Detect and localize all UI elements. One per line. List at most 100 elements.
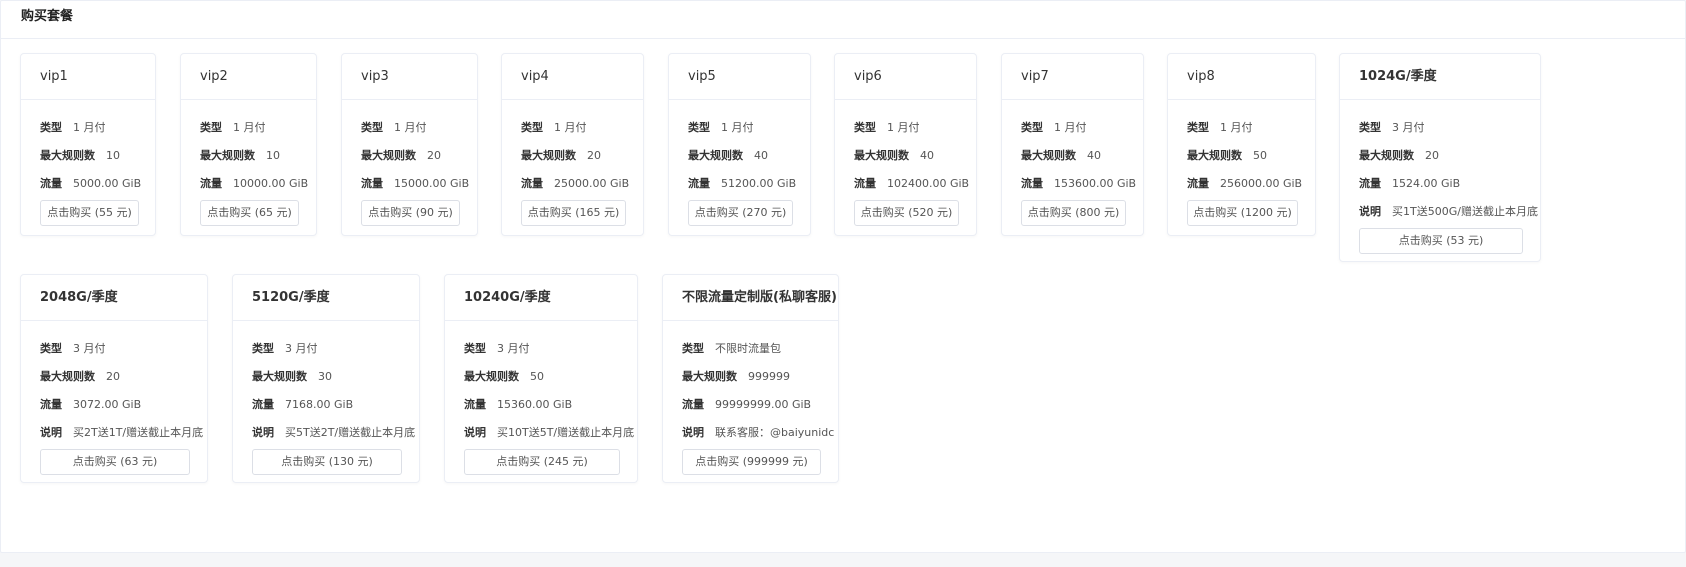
desc-value: 联系客服：@baiyunidc: [715, 426, 835, 439]
type-label: 类型: [682, 342, 704, 355]
buy-button-2048g-quarter[interactable]: 点击购买 (63 元): [40, 449, 190, 475]
page-background-strip: [0, 553, 1686, 567]
traffic-label: 流量: [854, 177, 876, 190]
type-label: 类型: [1359, 121, 1381, 134]
desc-value: 买2T送1T/赠送截止本月底: [73, 426, 204, 439]
buy-button-5120g-quarter[interactable]: 点击购买 (130 元): [252, 449, 402, 475]
type-label: 类型: [854, 121, 876, 134]
buy-button-1024g-quarter[interactable]: 点击购买 (53 元): [1359, 228, 1523, 254]
plan-name: 2048G/季度: [21, 275, 207, 321]
type-value: 1 月付: [1220, 121, 1253, 134]
traffic-value: 5000.00 GiB: [73, 177, 142, 190]
buy-button-unlimited-custom[interactable]: 点击购买 (999999 元): [682, 449, 821, 475]
max-rules-value: 50: [1253, 149, 1267, 162]
max-rules-label: 最大规则数: [200, 149, 255, 162]
buy-button-10240g-quarter[interactable]: 点击购买 (245 元): [464, 449, 620, 475]
type-label: 类型: [521, 121, 543, 134]
plan-card-vip7: vip7 类型 1 月付 最大规则数 40 流量 153600.00 GiB 点击购买…: [1001, 53, 1144, 236]
type-label: 类型: [464, 342, 486, 355]
traffic-value: 10000.00 GiB: [233, 177, 309, 190]
plan-name: vip7: [1002, 54, 1143, 100]
buy-button-vip8[interactable]: 点击购买 (1200 元): [1187, 200, 1298, 226]
max-rules-value: 10: [106, 149, 120, 162]
type-value: 3 月付: [285, 342, 318, 355]
type-label: 类型: [40, 342, 62, 355]
traffic-label: 流量: [1021, 177, 1043, 190]
type-label: 类型: [1021, 121, 1043, 134]
plan-card-vip3: vip3 类型 1 月付 最大规则数 20 流量 15000.00 GiB 点击购买 …: [341, 53, 478, 236]
type-value: 1 月付: [554, 121, 587, 134]
type-value: 3 月付: [1392, 121, 1425, 134]
max-rules-value: 40: [754, 149, 768, 162]
type-value: 3 月付: [497, 342, 530, 355]
type-label: 类型: [40, 121, 62, 134]
type-label: 类型: [688, 121, 710, 134]
plan-name: 1024G/季度: [1340, 54, 1540, 100]
buy-button-vip3[interactable]: 点击购买 (90 元): [361, 200, 460, 226]
type-label: 类型: [361, 121, 383, 134]
desc-value: 买10T送5T/赠送截止本月底: [497, 426, 635, 439]
traffic-label: 流量: [200, 177, 222, 190]
traffic-label: 流量: [40, 398, 62, 411]
max-rules-value: 20: [587, 149, 601, 162]
plan-card-unlimited-custom: 不限流量定制版(私聊客服) 类型 不限时流量包 最大规则数 999999 流量 999…: [662, 274, 839, 483]
max-rules-label: 最大规则数: [361, 149, 416, 162]
traffic-value: 102400.00 GiB: [887, 177, 970, 190]
buy-button-vip6[interactable]: 点击购买 (520 元): [854, 200, 959, 226]
buy-button-vip5[interactable]: 点击购买 (270 元): [688, 200, 793, 226]
max-rules-label: 最大规则数: [252, 370, 307, 383]
plan-name: 10240G/季度: [445, 275, 637, 321]
max-rules-label: 最大规则数: [1187, 149, 1242, 162]
max-rules-label: 最大规则数: [521, 149, 576, 162]
traffic-label: 流量: [682, 398, 704, 411]
buy-button-vip7[interactable]: 点击购买 (800 元): [1021, 200, 1126, 226]
max-rules-label: 最大规则数: [688, 149, 743, 162]
type-value: 1 月付: [394, 121, 427, 134]
plan-card-vip6: vip6 类型 1 月付 最大规则数 40 流量 102400.00 GiB 点击购买…: [834, 53, 977, 236]
traffic-value: 153600.00 GiB: [1054, 177, 1137, 190]
max-rules-value: 40: [920, 149, 934, 162]
plan-name: vip1: [21, 54, 155, 100]
type-value: 1 月付: [1054, 121, 1087, 134]
plan-card-vip1: vip1 类型 1 月付 最大规则数 10 流量 5000.00 GiB 点击购买 (…: [20, 53, 156, 236]
max-rules-label: 最大规则数: [40, 149, 95, 162]
max-rules-value: 30: [318, 370, 332, 383]
max-rules-label: 最大规则数: [464, 370, 519, 383]
traffic-label: 流量: [521, 177, 543, 190]
buy-button-vip1[interactable]: 点击购买 (55 元): [40, 200, 139, 226]
traffic-label: 流量: [688, 177, 710, 190]
plan-name: vip5: [669, 54, 810, 100]
plan-card-vip4: vip4 类型 1 月付 最大规则数 20 流量 25000.00 GiB 点击购买 …: [501, 53, 644, 236]
plan-card-5120g-quarter: 5120G/季度 类型 3 月付 最大规则数 30 流量 7168.00 GiB 说明…: [232, 274, 420, 483]
plan-card-vip5: vip5 类型 1 月付 最大规则数 40 流量 51200.00 GiB 点击购买 …: [668, 53, 811, 236]
type-label: 类型: [200, 121, 222, 134]
traffic-value: 15360.00 GiB: [497, 398, 573, 411]
traffic-value: 25000.00 GiB: [554, 177, 630, 190]
type-value: 3 月付: [73, 342, 106, 355]
max-rules-label: 最大规则数: [682, 370, 737, 383]
max-rules-value: 999999: [748, 370, 790, 383]
buy-button-vip4[interactable]: 点击购买 (165 元): [521, 200, 626, 226]
max-rules-value: 40: [1087, 149, 1101, 162]
traffic-value: 15000.00 GiB: [394, 177, 470, 190]
buy-button-vip2[interactable]: 点击购买 (65 元): [200, 200, 299, 226]
type-value: 不限时流量包: [715, 342, 781, 355]
type-value: 1 月付: [721, 121, 754, 134]
traffic-label: 流量: [361, 177, 383, 190]
max-rules-value: 20: [106, 370, 120, 383]
max-rules-label: 最大规则数: [1021, 149, 1076, 162]
type-label: 类型: [252, 342, 274, 355]
panel-title: 购买套餐: [1, 1, 1685, 39]
plan-card-1024g-quarter: 1024G/季度 类型 3 月付 最大规则数 20 流量 1524.00 GiB 说明…: [1339, 53, 1541, 262]
type-value: 1 月付: [73, 121, 106, 134]
type-label: 类型: [1187, 121, 1209, 134]
desc-value: 买5T送2T/赠送截止本月底: [285, 426, 416, 439]
plan-name: 不限流量定制版(私聊客服): [663, 275, 838, 321]
traffic-label: 流量: [1359, 177, 1381, 190]
max-rules-value: 20: [1425, 149, 1439, 162]
plan-name: vip3: [342, 54, 477, 100]
traffic-label: 流量: [464, 398, 486, 411]
desc-label: 说明: [1359, 205, 1381, 218]
plan-card-10240g-quarter: 10240G/季度 类型 3 月付 最大规则数 50 流量 15360.00 GiB …: [444, 274, 638, 483]
traffic-value: 1524.00 GiB: [1392, 177, 1461, 190]
